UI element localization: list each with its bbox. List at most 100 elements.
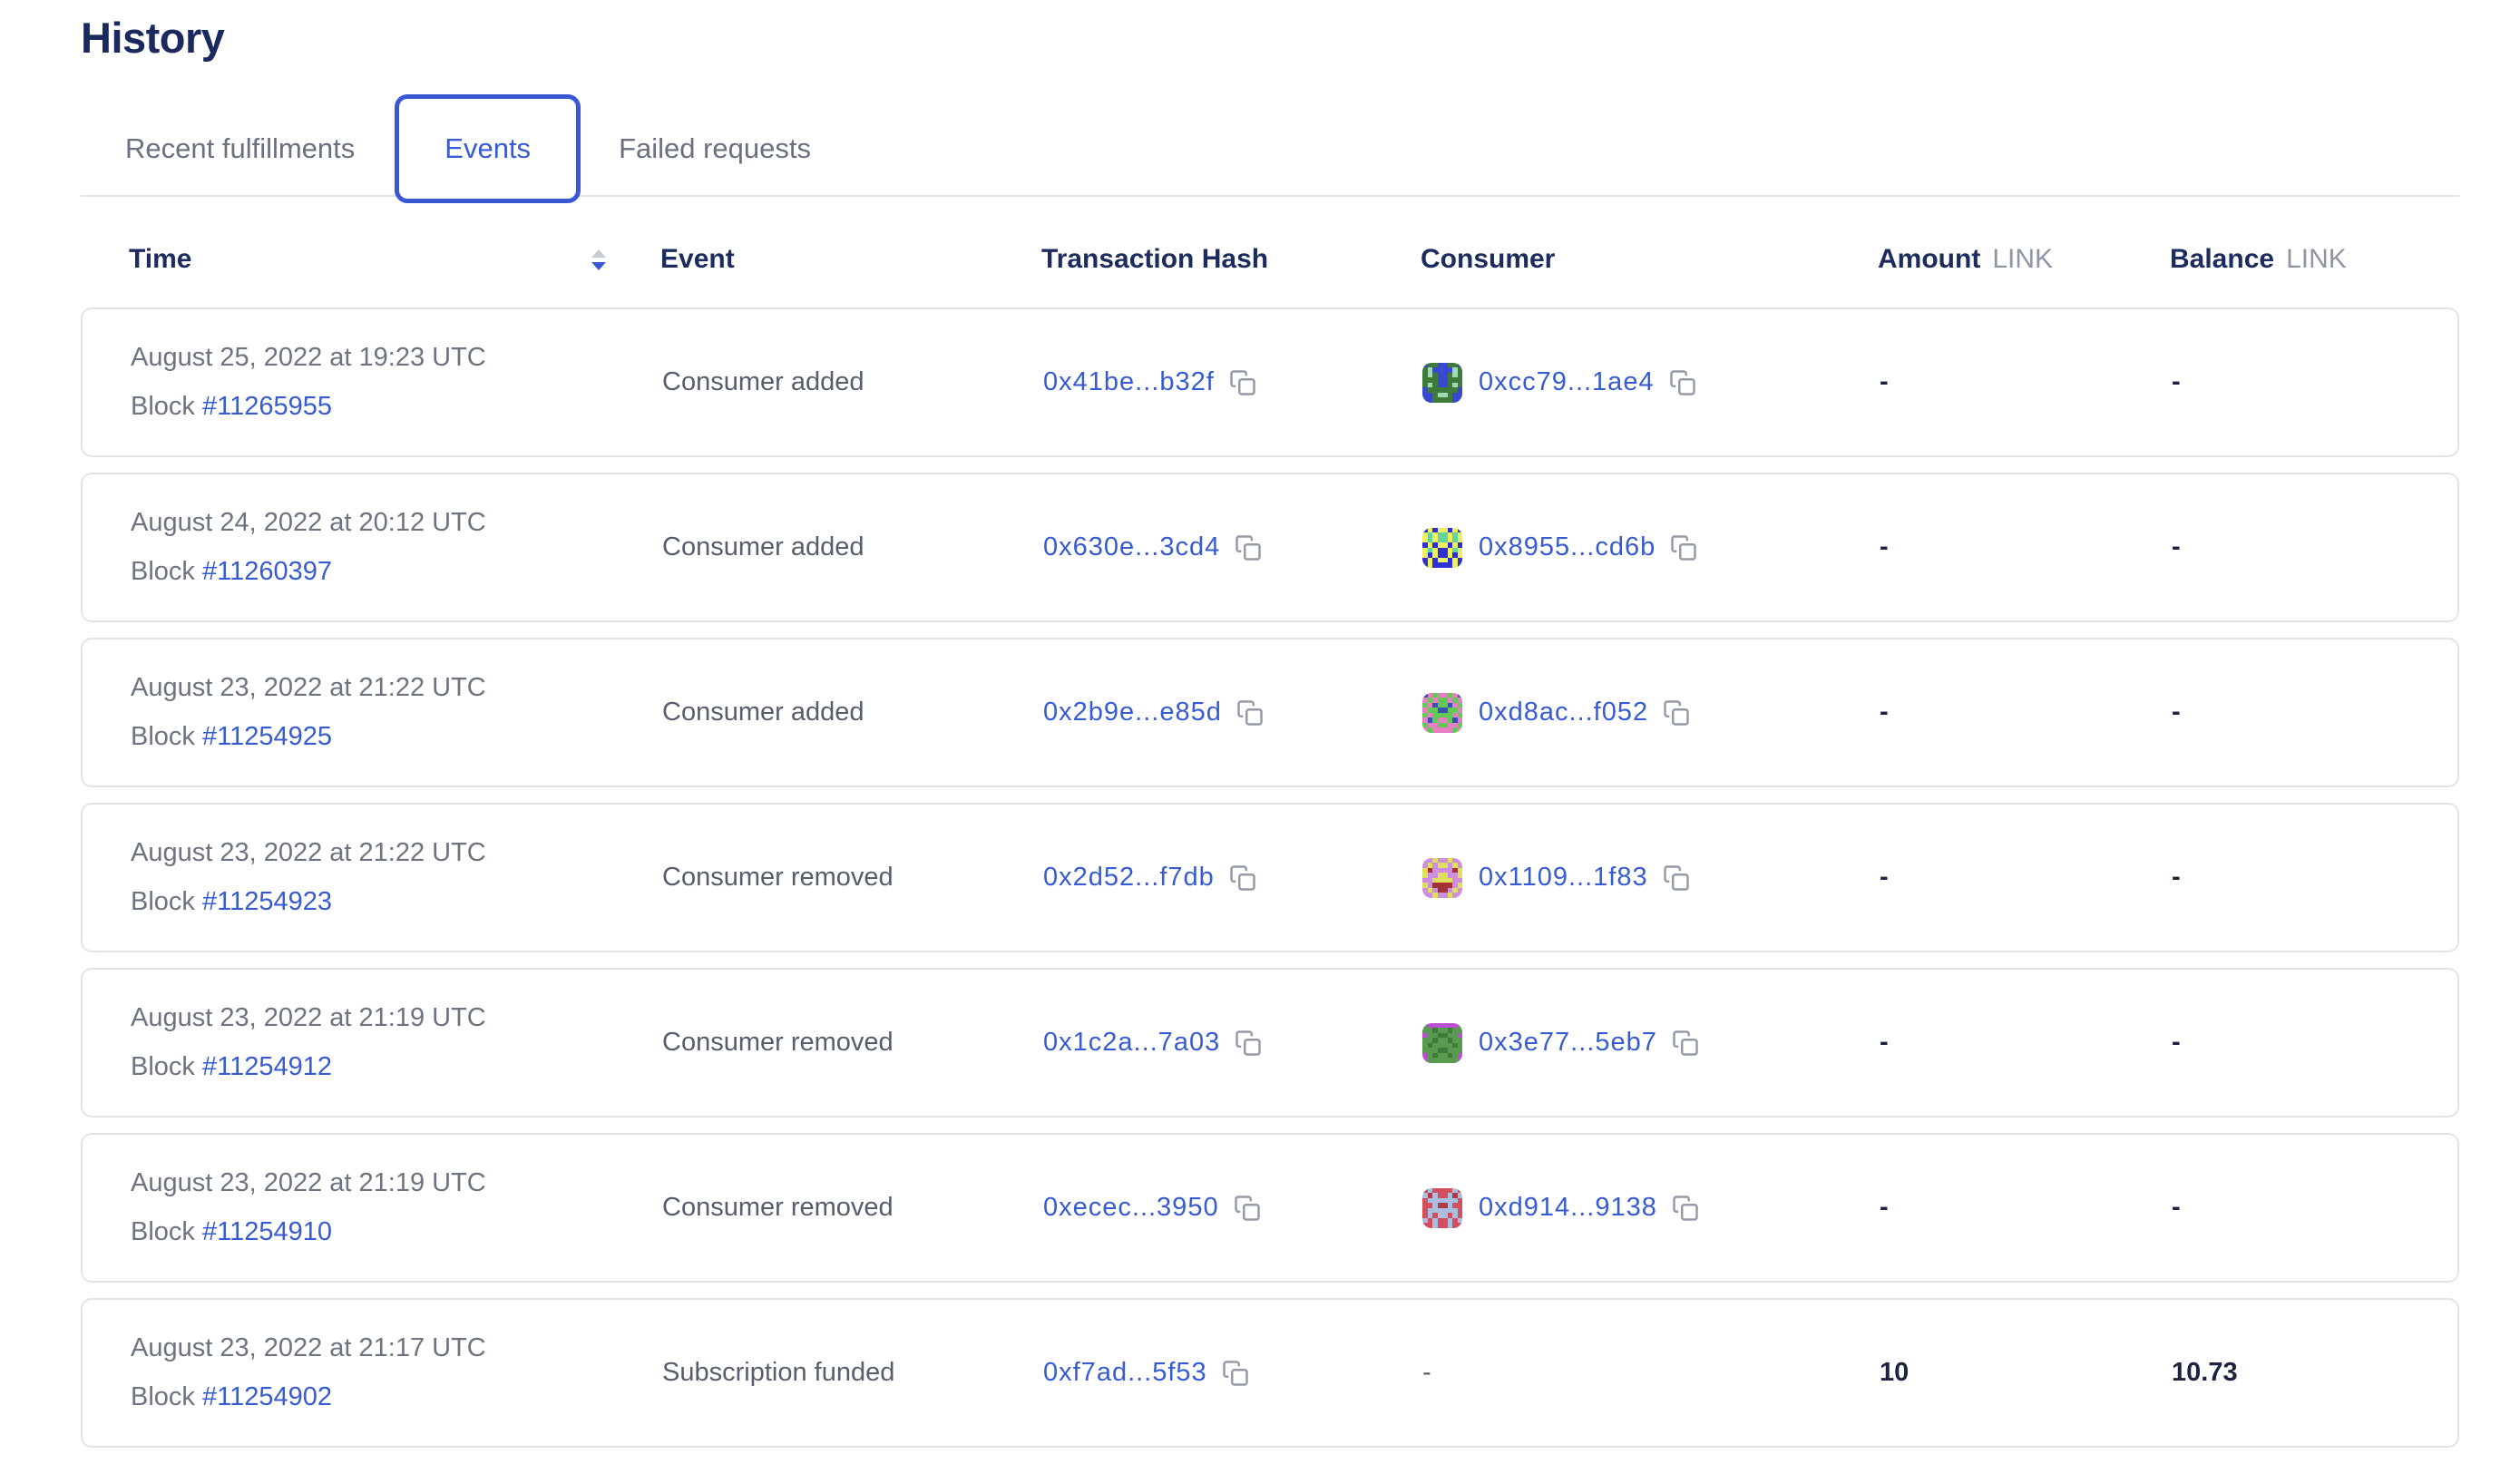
- transaction-hash-link[interactable]: 0xf7ad...5f53: [1043, 1358, 1207, 1388]
- event-timestamp: August 24, 2022 at 20:12 UTC: [131, 508, 486, 538]
- event-timestamp: August 23, 2022 at 21:19 UTC: [131, 1168, 486, 1198]
- copy-icon[interactable]: [1663, 699, 1690, 727]
- block-number-link[interactable]: #11254923: [202, 887, 332, 916]
- column-header-transaction-hash: Transaction Hash: [1041, 244, 1421, 275]
- transaction-hash-link[interactable]: 0xecec...3950: [1043, 1193, 1219, 1223]
- balance-value: -: [2172, 1193, 2457, 1223]
- copy-icon[interactable]: [1236, 699, 1264, 727]
- consumer-address-link[interactable]: 0xcc79...1ae4: [1479, 367, 1655, 397]
- history-page: History Recent fulfillments Events Faile…: [0, 13, 2520, 1448]
- event-timestamp: August 25, 2022 at 19:23 UTC: [131, 343, 486, 373]
- transaction-hash-link[interactable]: 0x2d52...f7db: [1043, 863, 1215, 893]
- table-row: August 23, 2022 at 21:17 UTC Block #1125…: [81, 1298, 2459, 1448]
- tab-bar: Recent fulfillments Events Failed reques…: [81, 93, 2520, 204]
- event-type: Consumer added: [662, 367, 864, 397]
- amount-value: -: [1880, 532, 2172, 562]
- event-type: Consumer added: [662, 532, 864, 562]
- copy-icon[interactable]: [1672, 1195, 1699, 1222]
- tab-recent-fulfillments[interactable]: Recent fulfillments: [125, 132, 355, 165]
- block-label: Block: [131, 1217, 195, 1246]
- amount-value: -: [1880, 863, 2172, 893]
- copy-icon[interactable]: [1222, 1360, 1249, 1387]
- page-title: History: [81, 13, 2520, 63]
- consumer-cell: -: [1422, 1358, 1880, 1388]
- tab-events[interactable]: Events: [395, 94, 581, 203]
- amount-value: -: [1880, 367, 2172, 397]
- balance-value: 10.73: [2172, 1358, 2457, 1388]
- column-header-consumer: Consumer: [1421, 244, 1878, 275]
- balance-value: -: [2172, 367, 2457, 397]
- copy-icon[interactable]: [1229, 369, 1256, 396]
- consumer-cell: 0x3e77...5eb7: [1422, 1023, 1880, 1063]
- column-header-time: Time: [129, 244, 191, 275]
- consumer-avatar-icon: [1422, 693, 1462, 733]
- consumer-address-link[interactable]: 0x3e77...5eb7: [1479, 1028, 1657, 1058]
- copy-icon[interactable]: [1663, 864, 1690, 892]
- consumer-address-link[interactable]: 0xd914...9138: [1479, 1193, 1657, 1223]
- consumer-avatar-icon: [1422, 363, 1462, 403]
- consumer-avatar-icon: [1422, 528, 1462, 568]
- transaction-hash-link[interactable]: 0x2b9e...e85d: [1043, 698, 1222, 727]
- amount-value: -: [1880, 1028, 2172, 1058]
- tab-failed-requests[interactable]: Failed requests: [619, 132, 811, 165]
- event-timestamp: August 23, 2022 at 21:22 UTC: [131, 673, 486, 703]
- balance-value: -: [2172, 532, 2457, 562]
- block-number-link[interactable]: #11254925: [202, 722, 332, 751]
- balance-value: -: [2172, 1028, 2457, 1058]
- column-header-amount: Amount LINK: [1878, 244, 2170, 275]
- consumer-avatar-icon: [1422, 1188, 1462, 1228]
- block-number-link[interactable]: #11260397: [202, 557, 332, 586]
- copy-icon[interactable]: [1670, 534, 1697, 561]
- copy-icon[interactable]: [1672, 1030, 1699, 1057]
- block-number-link[interactable]: #11254910: [202, 1217, 332, 1246]
- consumer-cell: 0x8955...cd6b: [1422, 528, 1880, 568]
- consumer-empty-value: -: [1422, 1358, 1431, 1388]
- copy-icon[interactable]: [1229, 864, 1256, 892]
- consumer-address-link[interactable]: 0x1109...1f83: [1479, 863, 1648, 893]
- table-row: August 23, 2022 at 21:19 UTC Block #1125…: [81, 1133, 2459, 1283]
- table-header: Time Event Transaction Hash Consumer Amo…: [81, 244, 2459, 275]
- consumer-address-link[interactable]: 0xd8ac...f052: [1479, 698, 1648, 727]
- consumer-cell: 0x1109...1f83: [1422, 858, 1880, 898]
- event-timestamp: August 23, 2022 at 21:17 UTC: [131, 1333, 486, 1363]
- copy-icon[interactable]: [1669, 369, 1696, 396]
- table-row: August 23, 2022 at 21:22 UTC Block #1125…: [81, 638, 2459, 787]
- copy-icon[interactable]: [1235, 534, 1262, 561]
- consumer-cell: 0xcc79...1ae4: [1422, 363, 1880, 403]
- block-number-link[interactable]: #11265955: [202, 392, 332, 421]
- sort-icon[interactable]: [591, 249, 606, 270]
- block-label: Block: [131, 1382, 195, 1411]
- table-row: August 24, 2022 at 20:12 UTC Block #1126…: [81, 473, 2459, 622]
- consumer-avatar-icon: [1422, 1023, 1462, 1063]
- transaction-hash-link[interactable]: 0x630e...3cd4: [1043, 532, 1220, 562]
- copy-icon[interactable]: [1235, 1030, 1262, 1057]
- event-type: Consumer removed: [662, 863, 894, 893]
- consumer-address-link[interactable]: 0x8955...cd6b: [1479, 532, 1656, 562]
- event-type: Consumer removed: [662, 1193, 894, 1223]
- amount-value: -: [1880, 1193, 2172, 1223]
- events-table-body: August 25, 2022 at 19:23 UTC Block #1126…: [81, 307, 2520, 1448]
- block-number-link[interactable]: #11254912: [202, 1052, 332, 1081]
- consumer-cell: 0xd914...9138: [1422, 1188, 1880, 1228]
- balance-value: -: [2172, 698, 2457, 727]
- sort-arrow-up-icon: [591, 249, 606, 258]
- event-type: Consumer added: [662, 698, 864, 727]
- amount-value: -: [1880, 698, 2172, 727]
- table-row: August 23, 2022 at 21:19 UTC Block #1125…: [81, 968, 2459, 1118]
- block-number-link[interactable]: #11254902: [202, 1382, 332, 1411]
- event-type: Subscription funded: [662, 1358, 894, 1388]
- column-header-event: Event: [660, 244, 1041, 275]
- column-header-balance: Balance LINK: [2170, 244, 2459, 275]
- block-label: Block: [131, 557, 195, 586]
- transaction-hash-link[interactable]: 0x1c2a...7a03: [1043, 1028, 1220, 1058]
- balance-value: -: [2172, 863, 2457, 893]
- copy-icon[interactable]: [1234, 1195, 1261, 1222]
- amount-value: 10: [1880, 1358, 2172, 1388]
- balance-unit-label: LINK: [2286, 244, 2347, 275]
- event-timestamp: August 23, 2022 at 21:22 UTC: [131, 838, 486, 868]
- transaction-hash-link[interactable]: 0x41be...b32f: [1043, 367, 1215, 397]
- block-label: Block: [131, 722, 195, 751]
- event-timestamp: August 23, 2022 at 21:19 UTC: [131, 1003, 486, 1033]
- consumer-avatar-icon: [1422, 858, 1462, 898]
- table-row: August 25, 2022 at 19:23 UTC Block #1126…: [81, 307, 2459, 457]
